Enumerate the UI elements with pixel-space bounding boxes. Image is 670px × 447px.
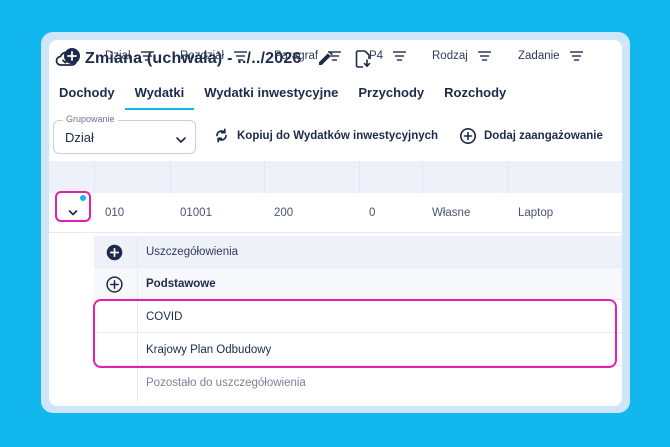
column-label-paragraf: Paragraf xyxy=(274,50,319,62)
column-header-rodzaj: Rodzaj xyxy=(432,40,491,72)
plus-circle-icon xyxy=(460,128,476,144)
table-header xyxy=(49,161,622,193)
cell-rodzaj: Własne xyxy=(432,207,471,219)
cell-dzial: 010 xyxy=(105,207,125,219)
tab-rozchody[interactable]: Rozchody xyxy=(434,80,516,110)
column-label-zadanie: Zadanie xyxy=(518,50,560,62)
copy-to-investment-button[interactable]: Kopiuj do Wydatków inwestycyjnych xyxy=(213,127,438,144)
expand-row-button[interactable] xyxy=(55,191,91,222)
column-label-p4: P4 xyxy=(369,50,384,62)
filter-icon[interactable] xyxy=(393,51,407,61)
copy-to-investment-label: Kopiuj do Wydatków inwestycyjnych xyxy=(237,129,439,142)
filter-icon[interactable] xyxy=(477,51,491,61)
indicator-dot xyxy=(80,195,86,201)
column-header-zadanie: Zadanie xyxy=(518,40,583,72)
details-group-label: Podstawowe xyxy=(146,278,216,290)
add-row-icon[interactable] xyxy=(63,40,81,72)
filter-icon[interactable] xyxy=(140,51,154,61)
column-label-rodzaj: Rodzaj xyxy=(432,50,468,62)
column-header-rozdzial: Rozdział xyxy=(180,40,248,72)
filter-icon[interactable] xyxy=(569,51,583,61)
filter-icon[interactable] xyxy=(328,51,342,61)
add-detail-icon[interactable] xyxy=(106,244,123,261)
tab-bar: Dochody Wydatki Wydatki inwestycyjne Prz… xyxy=(49,80,516,110)
grouping-select[interactable]: Grupowanie Dział xyxy=(53,114,196,154)
tab-dochody[interactable]: Dochody xyxy=(49,80,125,110)
column-header-paragraf: Paragraf xyxy=(274,40,342,72)
cell-paragraf: 200 xyxy=(274,207,294,219)
cell-rozdzial: 01001 xyxy=(180,207,212,219)
add-commitment-label: Dodaj zaangażowanie xyxy=(484,130,603,142)
selection-highlight xyxy=(93,299,617,368)
filter-icon[interactable] xyxy=(234,51,248,61)
cell-p4: 0 xyxy=(369,207,376,219)
tab-wydatki-inwestycyjne[interactable]: Wydatki inwestycyjne xyxy=(194,80,348,110)
column-label-rozdzial: Rozdział xyxy=(180,50,225,62)
main-card: Zmiana (uchwała) - ../../2026 Dochody Wy… xyxy=(49,40,622,406)
expand-group-icon[interactable] xyxy=(106,276,123,293)
chevron-down-icon xyxy=(175,132,187,143)
details-header-label: Uszczegółowienia xyxy=(146,246,239,258)
grouping-legend: Grupowanie xyxy=(63,114,118,124)
tab-wydatki[interactable]: Wydatki xyxy=(124,80,195,110)
sync-icon xyxy=(216,128,227,143)
cell-zadanie: Laptop xyxy=(518,207,554,219)
tab-przychody[interactable]: Przychody xyxy=(348,80,434,110)
chevron-down-icon xyxy=(68,204,78,216)
details-remaining-label: Pozostało do uszczegółowienia xyxy=(146,377,306,389)
column-label-dzial: Dział xyxy=(105,50,131,62)
column-header-p4: P4 xyxy=(369,40,407,72)
add-commitment-button[interactable]: Dodaj zaangażowanie xyxy=(459,127,603,145)
grouping-value: Dział xyxy=(65,130,94,145)
column-header-dzial: Dział xyxy=(105,40,154,72)
